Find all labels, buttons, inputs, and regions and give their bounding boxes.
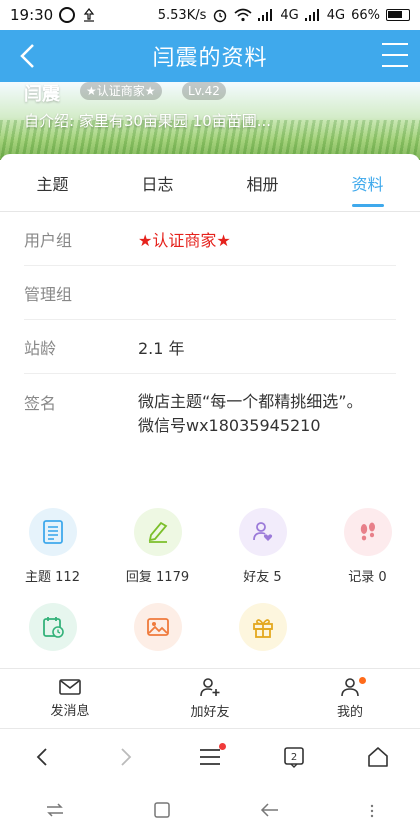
tab-logs[interactable]: 日志	[105, 154, 210, 211]
add-friend-label: 加好友	[190, 705, 230, 720]
stats-grid: 主题 112 回复 1179 好友 5 记录 0	[0, 508, 420, 651]
status-time: 19:30	[10, 6, 54, 24]
add-friend-button[interactable]: 加好友	[140, 669, 280, 728]
menu-line	[382, 54, 408, 56]
signature-line-1: 微店主题“每一个都精挑细选”。	[138, 392, 363, 411]
level-badge: Lv.42	[182, 82, 226, 100]
app-notification-icon	[59, 7, 76, 23]
svg-text:2: 2	[291, 752, 297, 763]
network-type-1: 4G	[280, 7, 299, 23]
tabs-count-icon: 2	[284, 746, 304, 768]
info-row-usergroup: 用户组 ★认证商家★	[24, 212, 396, 266]
swap-icon	[46, 803, 63, 817]
back-button[interactable]	[12, 40, 42, 72]
home-icon	[368, 746, 388, 767]
user-icon	[341, 678, 359, 697]
action-bar: 发消息 加好友 我的	[0, 668, 420, 728]
square-icon	[154, 802, 170, 818]
profile-info: 用户组 ★认证商家★ 管理组 站龄 2.1 年 签名 微店主题“每一个都精挑细选…	[0, 212, 420, 462]
back-arrow-icon	[260, 803, 278, 817]
stat-gifts[interactable]	[210, 603, 315, 651]
stat-records[interactable]: 记录 0	[315, 508, 420, 585]
stat-label: 主题 112	[25, 570, 80, 585]
info-row-age: 站龄 2.1 年	[24, 320, 396, 374]
stat-topics[interactable]: 主题 112	[0, 508, 105, 585]
stat-friends[interactable]: 好友 5	[210, 508, 315, 585]
menu-button[interactable]	[382, 43, 408, 67]
system-navigation	[0, 784, 420, 840]
battery-percent: 66%	[351, 7, 380, 23]
page-title: 闫震的资料	[152, 46, 268, 71]
stat-label: 好友 5	[243, 570, 282, 585]
more-dots-icon	[371, 804, 374, 817]
system-more-button[interactable]	[369, 803, 375, 822]
menu-notification-dot	[219, 742, 226, 750]
my-profile-button[interactable]: 我的	[280, 669, 420, 728]
browser-tabs-button[interactable]: 2	[274, 737, 314, 777]
pencil-icon	[133, 508, 182, 556]
document-icon	[28, 508, 77, 556]
profile-banner: 闫震 ★认证商家★ Lv.42 自介绍: 家里有30亩果园 10亩苗圃...	[0, 82, 420, 160]
alarm-icon	[214, 9, 227, 23]
network-type-2: 4G	[326, 7, 346, 23]
chevron-right-icon	[121, 747, 132, 766]
tab-profile[interactable]: 资料	[315, 154, 420, 211]
wifi-icon	[234, 8, 252, 22]
tab-albums[interactable]: 相册	[210, 154, 315, 211]
top-nav-bar: 闫震的资料	[0, 30, 420, 82]
menu-line	[382, 65, 408, 67]
send-message-label: 发消息	[50, 704, 90, 719]
system-back-button[interactable]	[260, 802, 280, 822]
profile-name: 闫震	[24, 84, 60, 105]
signal-icon	[258, 9, 273, 21]
browser-back-button[interactable]	[22, 737, 62, 777]
browser-home-button[interactable]	[358, 737, 398, 777]
info-row-signature: 签名 微店主题“每一个都精挑细选”。 微信号wx18035945210	[24, 374, 396, 462]
stat-checkin[interactable]	[0, 603, 105, 651]
profile-card: 主题 日志 相册 资料 用户组 ★认证商家★ 管理组 站龄 2.1 年 签名 微…	[0, 154, 420, 668]
system-home-button[interactable]	[154, 802, 170, 822]
my-profile-label: 我的	[336, 705, 363, 720]
info-key: 站龄	[24, 338, 57, 358]
notification-dot	[359, 677, 366, 684]
picture-icon	[133, 603, 182, 651]
signature-line-2: 微信号wx18035945210	[138, 416, 321, 435]
menu-line	[382, 43, 408, 45]
back-chevron-icon	[20, 44, 34, 68]
profile-tabs: 主题 日志 相册 资料	[0, 154, 420, 212]
info-value: ★认证商家★	[138, 230, 231, 250]
tab-topics[interactable]: 主题	[0, 154, 105, 211]
info-value: 2.1 年	[138, 338, 185, 358]
info-row-admingroup: 管理组	[24, 266, 396, 320]
friend-heart-icon	[238, 508, 287, 556]
add-friend-icon	[200, 678, 220, 697]
browser-forward-button[interactable]	[106, 737, 146, 777]
info-key: 用户组	[24, 230, 73, 250]
gift-icon	[238, 603, 287, 651]
verified-badge: ★认证商家★	[80, 82, 162, 100]
chevron-left-icon	[36, 747, 47, 766]
send-message-button[interactable]: 发消息	[0, 669, 140, 728]
stat-replies[interactable]: 回复 1179	[105, 508, 210, 585]
upload-icon	[83, 8, 95, 22]
profile-intro: 自介绍: 家里有30亩果园 10亩苗圃...	[24, 112, 272, 130]
info-key: 签名	[24, 394, 57, 413]
mail-icon	[59, 679, 81, 695]
stat-label: 回复 1179	[125, 570, 190, 585]
switch-apps-button[interactable]	[45, 802, 65, 822]
stat-photos[interactable]	[105, 603, 210, 651]
battery-icon	[386, 9, 410, 21]
stat-label: 记录 0	[348, 570, 387, 585]
footprints-icon	[343, 508, 392, 556]
signal-icon-2	[304, 9, 319, 21]
info-value: 微店主题“每一个都精挑细选”。 微信号wx18035945210	[138, 390, 396, 438]
info-key: 管理组	[24, 284, 73, 304]
calendar-clock-icon	[28, 603, 77, 651]
browser-menu-button[interactable]	[190, 737, 230, 777]
hamburger-icon	[200, 748, 220, 765]
network-speed: 5.53K/s	[157, 7, 207, 23]
browser-toolbar: 2	[0, 728, 420, 784]
status-bar: 19:30 5.53K/s 4G 4G 66%	[0, 0, 420, 30]
